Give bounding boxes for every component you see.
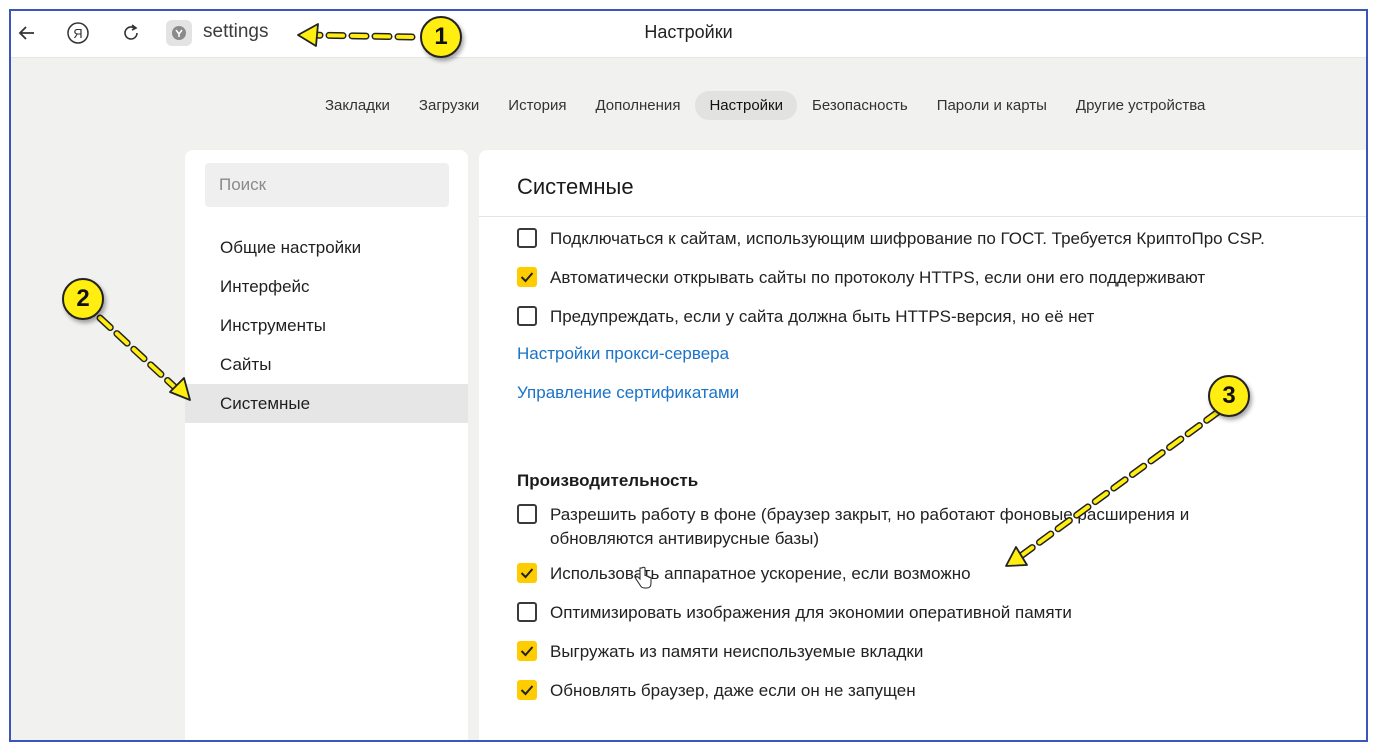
checkmark-icon [520, 685, 534, 696]
optimize-images-checkbox[interactable] [517, 602, 537, 622]
https-auto-checkbox[interactable] [517, 267, 537, 287]
back-button[interactable] [13, 19, 41, 47]
option-label: Автоматически открывать сайты по протоко… [550, 268, 1206, 287]
yandex-logo-icon: Я [67, 22, 89, 44]
sidebar-item-interface[interactable]: Интерфейс [185, 267, 468, 306]
sidebar-item-system[interactable]: Системные [185, 384, 468, 423]
sidebar-item-sites[interactable]: Сайты [185, 345, 468, 384]
browser-window: Я settings Настройки Закладки Загрузки И… [9, 9, 1368, 742]
divider [479, 216, 1366, 217]
callout-2-badge: 2 [62, 278, 104, 320]
certificates-link[interactable]: Управление сертификатами [517, 383, 739, 403]
hw-accel-checkbox[interactable] [517, 563, 537, 583]
arrow-left-icon [18, 26, 34, 40]
tab-security[interactable]: Безопасность [798, 91, 922, 120]
option-label: Выгружать из памяти неиспользуемые вклад… [550, 642, 924, 661]
option-label: Использовать аппаратное ускорение, если … [550, 564, 971, 583]
checkmark-icon [520, 272, 534, 283]
performance-heading: Производительность [517, 471, 699, 490]
browser-toolbar: Я settings Настройки [11, 11, 1366, 58]
callout-1-badge: 1 [420, 16, 462, 58]
option-update-browser: Обновлять браузер, даже если он не запущ… [517, 679, 916, 703]
option-optimize-images: Оптимизировать изображения для экономии … [517, 601, 1072, 625]
option-label: Разрешить работу в фоне (браузер закрыт,… [550, 505, 1190, 548]
option-label: Предупреждать, если у сайта должна быть … [550, 307, 1095, 326]
search-input[interactable] [205, 163, 449, 207]
reload-button[interactable] [117, 19, 145, 47]
background-checkbox[interactable] [517, 504, 537, 524]
hand-cursor-icon [635, 566, 652, 589]
settings-tabs: Закладки Загрузки История Дополнения Нас… [311, 91, 1220, 120]
option-hw-accel: Использовать аппаратное ускорение, если … [517, 562, 971, 586]
sidebar-item-general[interactable]: Общие настройки [185, 228, 468, 267]
https-warn-checkbox[interactable] [517, 306, 537, 326]
option-label: Оптимизировать изображения для экономии … [550, 603, 1072, 622]
tab-downloads[interactable]: Загрузки [405, 91, 493, 120]
sidebar-item-tools[interactable]: Инструменты [185, 306, 468, 345]
yandex-home-button[interactable]: Я [64, 19, 92, 47]
option-label: Подключаться к сайтам, использующим шифр… [550, 229, 1265, 248]
settings-sidebar: Общие настройки Интерфейс Инструменты Са… [185, 150, 468, 740]
checkmark-icon [520, 646, 534, 657]
gost-checkbox[interactable] [517, 228, 537, 248]
option-background: Разрешить работу в фоне (браузер закрыт,… [517, 503, 1257, 551]
proxy-settings-link[interactable]: Настройки прокси-сервера [517, 344, 729, 364]
tab-settings[interactable]: Настройки [695, 91, 797, 120]
settings-content: Системные Подключаться к сайтам, использ… [479, 150, 1366, 740]
address-bar[interactable]: settings [203, 21, 268, 43]
option-unload-tabs: Выгружать из памяти неиспользуемые вклад… [517, 640, 923, 664]
tab-passwords-cards[interactable]: Пароли и карты [923, 91, 1061, 120]
site-info-icon[interactable] [166, 20, 192, 46]
callout-3-badge: 3 [1208, 375, 1250, 417]
unload-tabs-checkbox[interactable] [517, 641, 537, 661]
option-https-auto: Автоматически открывать сайты по протоко… [517, 266, 1205, 290]
option-gost: Подключаться к сайтам, использующим шифр… [517, 227, 1265, 251]
update-browser-checkbox[interactable] [517, 680, 537, 700]
option-label: Обновлять браузер, даже если он не запущ… [550, 681, 916, 700]
reload-icon [124, 24, 138, 40]
checkmark-icon [520, 568, 534, 579]
sidebar-nav: Общие настройки Интерфейс Инструменты Са… [185, 228, 468, 423]
tab-extensions[interactable]: Дополнения [581, 91, 694, 120]
page-title: Системные [517, 174, 634, 199]
tab-other-devices[interactable]: Другие устройства [1062, 91, 1219, 120]
svg-text:Я: Я [73, 26, 82, 41]
tab-bookmarks[interactable]: Закладки [311, 91, 404, 120]
tab-history[interactable]: История [494, 91, 580, 120]
option-https-warn: Предупреждать, если у сайта должна быть … [517, 305, 1094, 329]
